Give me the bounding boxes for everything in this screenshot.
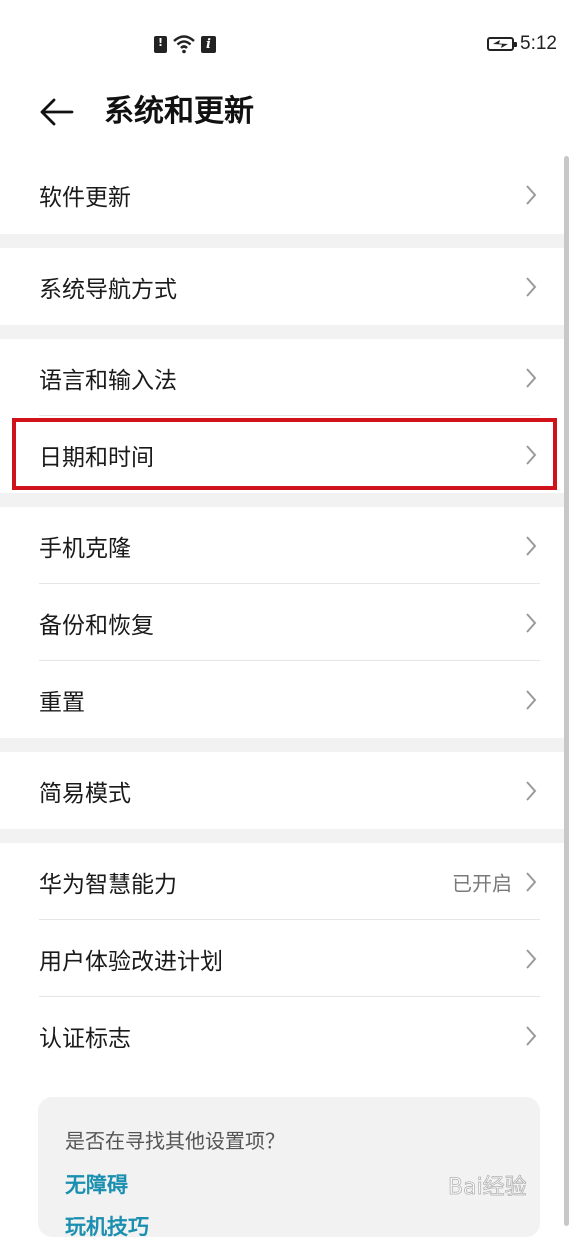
settings-item-user-experience[interactable]: 用户体验改进计划 bbox=[0, 920, 567, 997]
highlight-box bbox=[12, 418, 557, 490]
group-spacer bbox=[0, 738, 567, 752]
settings-item-reset[interactable]: 重置 bbox=[0, 661, 567, 738]
settings-list: 软件更新 系统导航方式 语言和输入法 日期和时间 手机克隆 备份和恢复 重置 简… bbox=[0, 156, 567, 1074]
chevron-right-icon bbox=[526, 276, 537, 297]
chevron-right-icon bbox=[526, 185, 537, 205]
settings-item-label: 华为智慧能力 bbox=[39, 871, 177, 898]
status-icons-left: i bbox=[154, 33, 216, 55]
baidu-watermark-logo: Bai经验 bbox=[448, 1175, 527, 1201]
settings-group: 简易模式 bbox=[0, 752, 567, 829]
link-tips[interactable]: 玩机技巧 bbox=[65, 1211, 149, 1241]
scrollbar[interactable] bbox=[564, 156, 569, 1226]
settings-item-label: 认证标志 bbox=[39, 1025, 131, 1052]
battery-charging-icon bbox=[487, 37, 518, 51]
chevron-right-icon bbox=[526, 612, 537, 633]
link-accessibility[interactable]: 无障碍 bbox=[65, 1169, 128, 1199]
suggestion-question: 是否在寻找其他设置项？ bbox=[65, 1129, 285, 1153]
back-arrow-icon[interactable] bbox=[38, 98, 74, 126]
settings-group: 华为智慧能力 已开启 用户体验改进计划 认证标志 bbox=[0, 843, 567, 1074]
group-spacer bbox=[0, 234, 567, 248]
wifi-icon bbox=[173, 35, 195, 54]
settings-item-label: 用户体验改进计划 bbox=[39, 948, 223, 975]
settings-group: 系统导航方式 bbox=[0, 248, 567, 325]
settings-group: 手机克隆 备份和恢复 重置 bbox=[0, 507, 567, 738]
chevron-right-icon bbox=[526, 871, 537, 892]
chevron-right-icon bbox=[526, 367, 537, 388]
status-time: 5:12 bbox=[520, 33, 557, 54]
chevron-right-icon bbox=[526, 689, 537, 710]
settings-item-simple-mode[interactable]: 简易模式 bbox=[0, 752, 567, 829]
settings-item-backup-restore[interactable]: 备份和恢复 bbox=[0, 584, 567, 661]
settings-item-navigation[interactable]: 系统导航方式 bbox=[0, 248, 567, 325]
app-header: 系统和更新 bbox=[0, 88, 579, 148]
settings-item-label: 手机克隆 bbox=[39, 535, 131, 562]
sim-alert-icon bbox=[154, 35, 167, 53]
group-spacer bbox=[0, 325, 567, 339]
settings-item-certification[interactable]: 认证标志 bbox=[0, 997, 567, 1074]
settings-item-label: 软件更新 bbox=[39, 185, 131, 211]
group-spacer bbox=[0, 493, 567, 507]
settings-item-language-input[interactable]: 语言和输入法 bbox=[0, 339, 567, 416]
settings-item-label: 备份和恢复 bbox=[39, 612, 154, 639]
chevron-right-icon bbox=[526, 535, 537, 556]
settings-item-software-update[interactable]: 软件更新 bbox=[0, 156, 567, 234]
settings-item-huawei-ai[interactable]: 华为智慧能力 已开启 bbox=[0, 843, 567, 920]
chevron-right-icon bbox=[526, 780, 537, 801]
page-title: 系统和更新 bbox=[104, 94, 254, 129]
status-bar: i 5:12 bbox=[0, 0, 579, 88]
chevron-right-icon bbox=[526, 948, 537, 969]
settings-item-label: 简易模式 bbox=[39, 780, 131, 807]
settings-item-value: 已开启 bbox=[452, 871, 512, 895]
status-icons-right: 5:12 bbox=[487, 31, 557, 57]
chevron-right-icon bbox=[526, 1025, 537, 1046]
settings-group: 软件更新 bbox=[0, 156, 567, 234]
settings-item-label: 语言和输入法 bbox=[39, 367, 177, 394]
info-icon: i bbox=[201, 35, 216, 53]
settings-item-label: 重置 bbox=[39, 689, 85, 716]
watermark-text: Bai经验 bbox=[448, 1175, 527, 1200]
settings-item-label: 系统导航方式 bbox=[39, 276, 177, 303]
group-spacer bbox=[0, 829, 567, 843]
settings-item-phone-clone[interactable]: 手机克隆 bbox=[0, 507, 567, 584]
